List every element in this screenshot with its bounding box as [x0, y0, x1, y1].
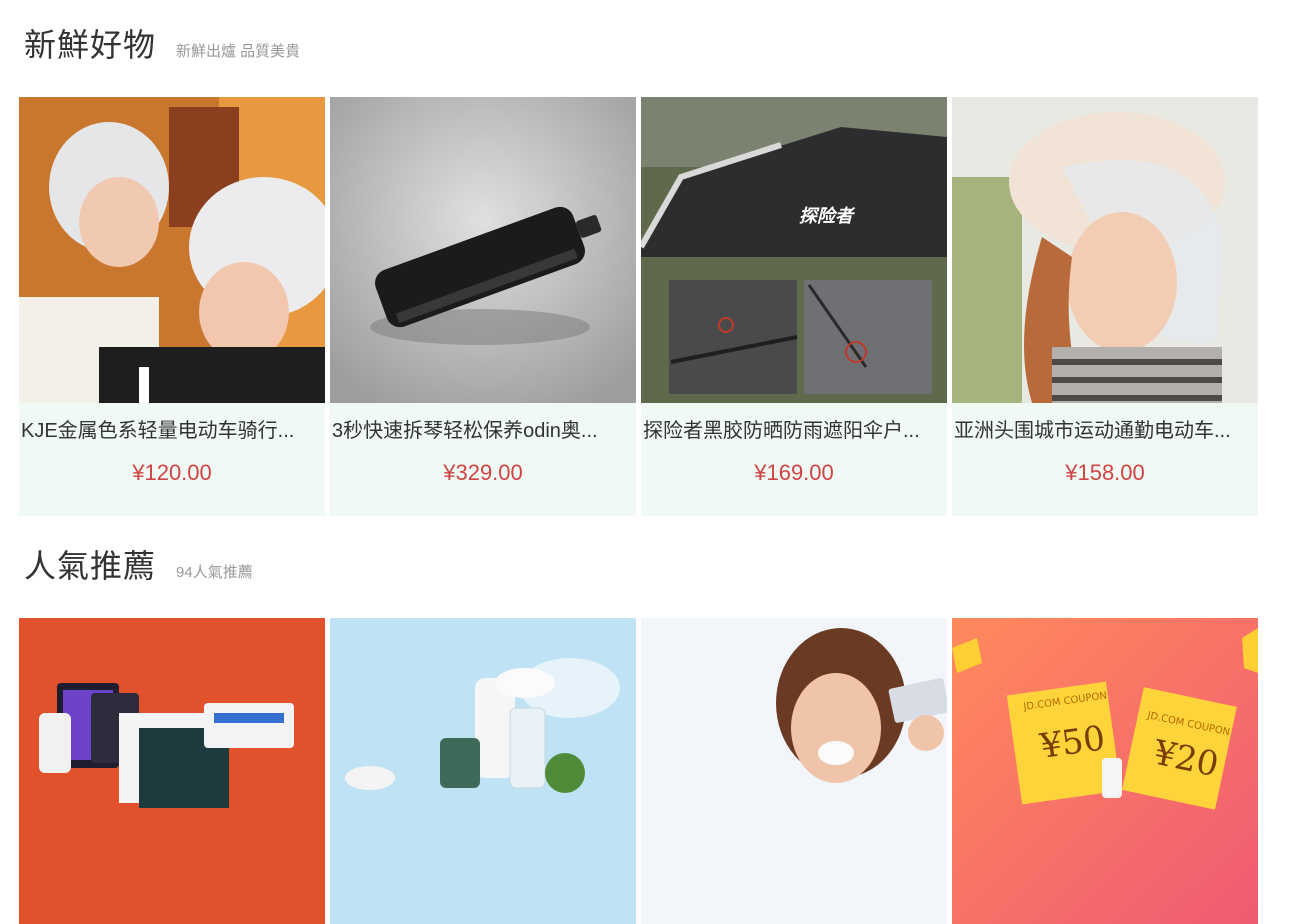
product-card[interactable]: [641, 618, 947, 924]
product-card[interactable]: JD.COM COUPON ¥50 JD.COM COUPON ¥20: [952, 618, 1258, 924]
product-card[interactable]: [330, 618, 636, 924]
section-title: 人氣推薦: [24, 548, 157, 584]
product-price: ¥329.00: [443, 460, 523, 485]
product-image[interactable]: [641, 618, 947, 924]
product-grid: KJE金属色系轻量电动车骑行... ¥120.00 odin-12 3秒快速拆琴…: [19, 97, 1258, 516]
section-title: 新鮮好物: [24, 27, 157, 63]
section-subtitle: 94人氣推薦: [176, 564, 253, 581]
product-name: 亚洲头围城市运动通勤电动车...: [954, 420, 1231, 442]
product-card[interactable]: KJE金属色系轻量电动车骑行... ¥120.00: [19, 97, 325, 516]
product-image[interactable]: [952, 97, 1258, 403]
product-name: 探险者黑胶防晒防雨遮阳伞户...: [643, 420, 920, 442]
section-header: 人氣推薦 94人氣推薦: [24, 541, 253, 587]
section-subtitle: 新鮮出爐 品質美貴: [176, 43, 301, 60]
product-price: ¥158.00: [1065, 460, 1145, 485]
product-image[interactable]: [19, 618, 325, 924]
product-image[interactable]: JD.COM COUPON ¥50 JD.COM COUPON ¥20: [952, 618, 1258, 924]
section-header: 新鮮好物 新鮮出爐 品質美貴: [24, 20, 300, 66]
product-name: 3秒快速拆琴轻松保养odin奥...: [332, 420, 598, 442]
product-card[interactable]: 探险者 探险者黑胶防晒防雨遮阳伞户... ¥169.00: [641, 97, 947, 516]
product-image[interactable]: [330, 618, 636, 924]
product-price: ¥169.00: [754, 460, 834, 485]
product-image[interactable]: 探险者: [641, 97, 947, 403]
product-card[interactable]: 亚洲头围城市运动通勤电动车... ¥158.00: [952, 97, 1258, 516]
product-image[interactable]: [19, 97, 325, 403]
product-card[interactable]: odin-12 3秒快速拆琴轻松保养odin奥... ¥329.00: [330, 97, 636, 516]
product-name: KJE金属色系轻量电动车骑行...: [21, 420, 295, 442]
product-grid: JD.COM COUPON ¥50 JD.COM COUPON ¥20: [19, 618, 1258, 924]
umbrella-brand: 探险者: [799, 206, 856, 227]
product-card[interactable]: [19, 618, 325, 924]
product-price: ¥120.00: [132, 460, 212, 485]
product-image[interactable]: odin-12: [330, 97, 636, 403]
